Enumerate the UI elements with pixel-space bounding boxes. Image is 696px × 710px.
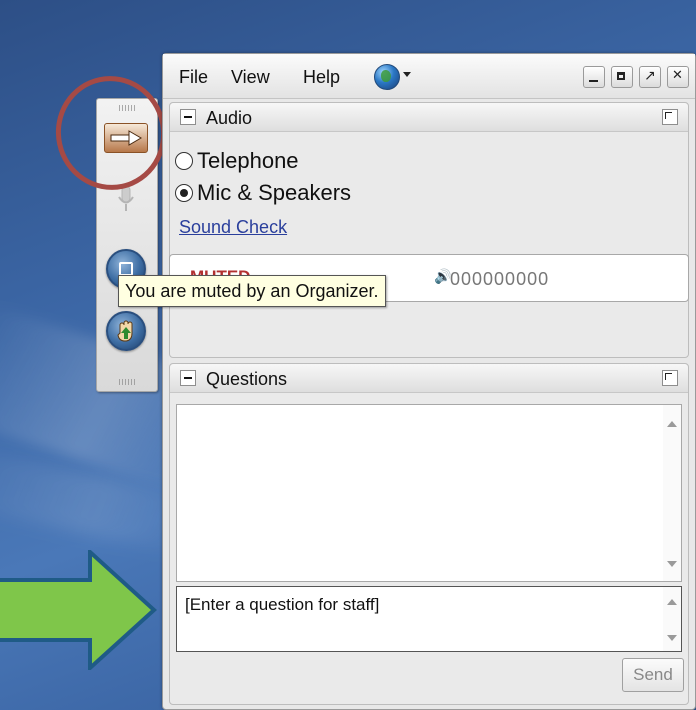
- radio-telephone[interactable]: Telephone: [175, 148, 299, 174]
- toolbar-grip-bottom[interactable]: [119, 379, 135, 385]
- menu-file[interactable]: File: [179, 67, 208, 88]
- radio-button[interactable]: [175, 184, 193, 202]
- scroll-up-icon[interactable]: [667, 599, 677, 605]
- questions-log[interactable]: [176, 404, 682, 582]
- questions-panel: Questions [Enter a question for staff] S…: [169, 363, 689, 705]
- radio-telephone-label: Telephone: [197, 148, 299, 173]
- scroll-down-icon[interactable]: [667, 635, 677, 641]
- questions-panel-header: Questions: [170, 364, 688, 393]
- arrow-right-icon: [0, 550, 157, 670]
- menu-help[interactable]: Help: [303, 67, 340, 88]
- question-input-placeholder: [Enter a question for staff]: [185, 595, 380, 614]
- muted-tooltip: You are muted by an Organizer.: [118, 275, 386, 307]
- window-controls: [583, 66, 689, 88]
- scroll-up-icon[interactable]: [667, 421, 677, 427]
- collapse-questions-button[interactable]: [180, 370, 196, 386]
- menu-view[interactable]: View: [231, 67, 270, 88]
- radio-mic-speakers[interactable]: Mic & Speakers: [175, 180, 351, 206]
- globe-icon[interactable]: [374, 64, 400, 90]
- scroll-down-icon[interactable]: [667, 561, 677, 567]
- chevron-down-icon[interactable]: [403, 72, 411, 77]
- raise-hand-icon: [106, 311, 146, 351]
- raise-hand-button[interactable]: [104, 309, 148, 353]
- pop-out-button[interactable]: [639, 66, 661, 88]
- close-button[interactable]: [667, 66, 689, 88]
- control-panel-window: File View Help Audio Telephone Mic & Spe…: [162, 53, 696, 710]
- minimize-button[interactable]: [583, 66, 605, 88]
- scrollbar[interactable]: [663, 587, 681, 651]
- send-button[interactable]: Send: [622, 658, 684, 692]
- maximize-button[interactable]: [611, 66, 633, 88]
- speaker-icon: 🔊: [434, 269, 452, 285]
- scrollbar[interactable]: [663, 405, 681, 581]
- question-input[interactable]: [Enter a question for staff]: [176, 586, 682, 652]
- questions-panel-title: Questions: [206, 369, 288, 389]
- collapse-audio-button[interactable]: [180, 109, 196, 125]
- radio-button[interactable]: [175, 152, 193, 170]
- audio-panel-title: Audio: [206, 108, 253, 128]
- undock-questions-button[interactable]: [662, 370, 678, 386]
- audio-panel-header: Audio: [170, 103, 688, 132]
- access-code: 000000000: [450, 269, 550, 289]
- menubar: File View Help: [163, 54, 695, 99]
- sound-check-link[interactable]: Sound Check: [179, 217, 287, 238]
- undock-audio-button[interactable]: [662, 109, 678, 125]
- radio-mic-speakers-label: Mic & Speakers: [197, 180, 352, 205]
